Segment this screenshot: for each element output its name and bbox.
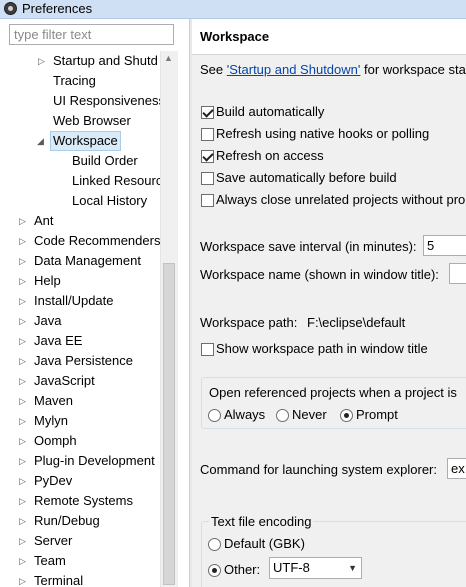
tree-item-label: Java EE	[34, 333, 83, 348]
expand-icon[interactable]: ▷	[19, 531, 29, 551]
tree-item-label: Oomph	[34, 433, 77, 448]
expand-icon[interactable]: ▷	[19, 471, 29, 491]
startup-and-shutdown-link[interactable]: 'Startup and Shutdown'	[227, 62, 361, 77]
expand-icon[interactable]: ▷	[19, 331, 29, 351]
tree-item-label: Web Browser	[53, 113, 131, 128]
see-prefix: See	[200, 62, 227, 77]
expand-icon[interactable]: ▷	[19, 371, 29, 391]
encoding-select[interactable]: UTF-8 ▼	[269, 557, 362, 579]
explorer-command-input[interactable]: ex	[447, 458, 466, 479]
title-bar: Preferences	[0, 0, 466, 19]
page-title: Workspace	[192, 19, 466, 55]
open-always-label: Always	[224, 407, 266, 422]
encoding-select-value: UTF-8	[273, 560, 310, 575]
expand-icon[interactable]: ▷	[19, 231, 29, 251]
preferences-nav-panel: ▷ Startup and Shutd Tracing UI Responsiv…	[0, 19, 189, 587]
open-never-radio[interactable]	[276, 409, 289, 422]
expand-icon[interactable]: ▷	[19, 511, 29, 531]
build-automatically-label: Build automatically	[216, 104, 325, 119]
expand-icon[interactable]: ▷	[38, 51, 48, 71]
encoding-default-radio[interactable]	[208, 538, 221, 551]
tree-item-label: Install/Update	[34, 293, 114, 308]
show-path-checkbox[interactable]	[201, 343, 214, 356]
workspace-name-input[interactable]	[449, 263, 466, 284]
tree-item-label: Tracing	[53, 73, 96, 88]
encoding-other-radio[interactable]	[208, 564, 221, 577]
eclipse-icon	[4, 2, 17, 15]
tree-item-label: Code Recommenders	[34, 233, 160, 248]
open-prompt-label: Prompt	[356, 407, 398, 422]
expand-icon[interactable]: ▷	[19, 451, 29, 471]
expand-icon[interactable]: ▷	[19, 351, 29, 371]
open-prompt-radio[interactable]	[340, 409, 353, 422]
see-suffix: for workspace sta	[360, 62, 466, 77]
close-unrelated-projects-label: Always close unrelated projects without …	[216, 192, 466, 207]
tree-item-label: Run/Debug	[34, 513, 100, 528]
expand-icon[interactable]: ▷	[19, 431, 29, 451]
tree-item-label: Team	[34, 553, 66, 568]
tree-item-label: Terminal	[34, 573, 84, 587]
refresh-native-hooks-checkbox[interactable]	[201, 128, 214, 141]
close-unrelated-projects-checkbox[interactable]	[201, 194, 214, 207]
expand-icon[interactable]: ▷	[19, 291, 29, 311]
expand-icon[interactable]: ▷	[19, 211, 29, 231]
workspace-path-value: F:\eclipse\default	[307, 315, 406, 330]
tree-scrollbar[interactable]: ▲	[160, 51, 178, 587]
encoding-group-label: Text file encoding	[209, 514, 314, 529]
refresh-on-access-checkbox[interactable]	[201, 150, 214, 163]
tree-item-label: Mylyn	[34, 413, 68, 428]
workspace-path-label: Workspace path:	[200, 315, 298, 330]
tree-item-label: Workspace	[50, 131, 121, 151]
expand-icon[interactable]: ▷	[19, 571, 29, 587]
encoding-default-label: Default (GBK)	[224, 536, 305, 551]
tree-item-label: Data Management	[34, 253, 141, 268]
refresh-on-access-label: Refresh on access	[216, 148, 324, 163]
tree-item-label: Linked Resources	[72, 173, 160, 188]
save-interval-label: Workspace save interval (in minutes):	[200, 239, 417, 254]
open-always-radio[interactable]	[208, 409, 221, 422]
tree-item-label: JavaScript	[34, 373, 95, 388]
scroll-up-arrow-icon[interactable]: ▲	[164, 53, 173, 63]
build-automatically-checkbox[interactable]	[201, 106, 214, 119]
expand-icon[interactable]: ▷	[19, 311, 29, 331]
explorer-command-label: Command for launching system explorer:	[200, 462, 437, 477]
expand-icon[interactable]: ▷	[19, 271, 29, 291]
tree-item-label: Local History	[72, 193, 148, 208]
tree-item-label: Ant	[34, 213, 54, 228]
see-startup-text: See 'Startup and Shutdown' for workspace…	[200, 62, 466, 77]
tree-item-label: Help	[34, 273, 61, 288]
expand-icon[interactable]: ▷	[19, 251, 29, 271]
tree-item-label: Remote Systems	[34, 493, 133, 508]
show-path-label: Show workspace path in window title	[216, 341, 428, 356]
tree-item-label: UI Responsiveness	[53, 93, 160, 108]
save-before-build-label: Save automatically before build	[216, 170, 397, 185]
tree-item-label: Plug-in Development	[34, 453, 155, 468]
tree-item-label: Build Order	[72, 153, 138, 168]
encoding-other-label: Other:	[224, 562, 261, 577]
filter-input[interactable]	[9, 24, 174, 45]
preferences-tree: ▷ Startup and Shutd Tracing UI Responsiv…	[0, 51, 160, 587]
scrollbar-thumb[interactable]	[163, 263, 175, 585]
refresh-native-hooks-label: Refresh using native hooks or polling	[216, 126, 430, 141]
tree-item-label: Java Persistence	[34, 353, 133, 368]
tree-item-label: Startup and Shutd	[53, 53, 158, 68]
open-never-label: Never	[292, 407, 327, 422]
tree-item-label: PyDev	[34, 473, 73, 488]
collapse-icon[interactable]: ◢	[37, 131, 47, 151]
save-interval-input[interactable]: 5	[423, 235, 466, 256]
expand-icon[interactable]: ▷	[19, 391, 29, 411]
open-projects-label: Open referenced projects when a project …	[209, 385, 457, 400]
workspace-name-label: Workspace name (shown in window title):	[200, 267, 439, 282]
tree-item-label: Maven	[34, 393, 74, 408]
expand-icon[interactable]: ▷	[19, 551, 29, 571]
expand-icon[interactable]: ▷	[19, 411, 29, 431]
tree-item-label: Java	[34, 313, 62, 328]
tree-item-label: Server	[34, 533, 73, 548]
save-before-build-checkbox[interactable]	[201, 172, 214, 185]
window-title: Preferences	[22, 1, 93, 16]
chevron-down-icon: ▼	[348, 563, 357, 573]
workspace-preference-page: Workspace See 'Startup and Shutdown' for…	[192, 19, 466, 587]
expand-icon[interactable]: ▷	[19, 491, 29, 511]
